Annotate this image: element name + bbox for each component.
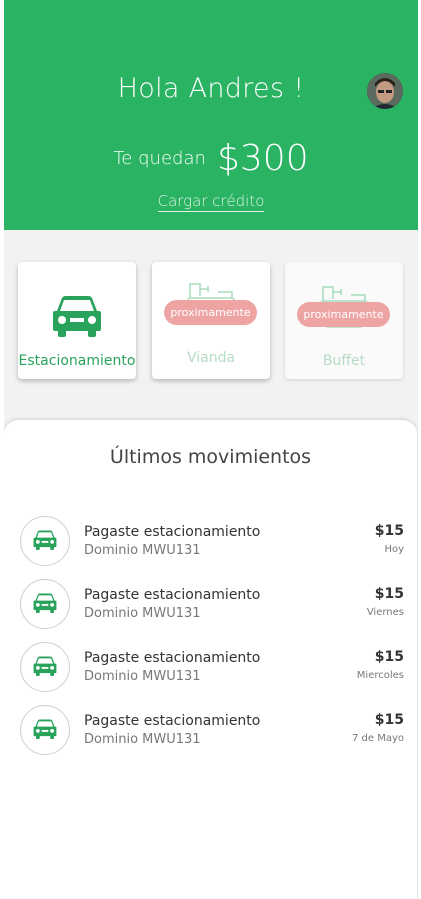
- movement-date: 7 de Mayo: [351, 733, 404, 744]
- movement-amount: $15: [374, 649, 404, 665]
- movement-date: Hoy: [384, 544, 404, 555]
- service-card-vianda[interactable]: proximamente Vianda: [152, 262, 270, 379]
- movement-row[interactable]: Pagaste estacionamiento Dominio MWU131 $…: [4, 705, 417, 757]
- balance: Te quedan $300: [4, 138, 418, 179]
- balance-amount: $300: [216, 138, 309, 179]
- movement-subtitle: Dominio MWU131: [84, 732, 201, 747]
- car-icon: [33, 719, 57, 739]
- movement-date: Viernes: [366, 607, 404, 618]
- movement-row[interactable]: Pagaste estacionamiento Dominio MWU131 $…: [4, 516, 417, 568]
- car-icon: [33, 593, 57, 613]
- movement-icon-circle: [20, 579, 70, 629]
- service-card-buffet[interactable]: proximamente Buffet: [285, 262, 403, 379]
- movement-subtitle: Dominio MWU131: [84, 669, 201, 684]
- balance-label: Te quedan: [113, 148, 206, 169]
- movement-amount: $15: [374, 586, 404, 602]
- service-label: Buffet: [322, 353, 366, 369]
- car-icon: [33, 530, 57, 550]
- service-label: Vianda: [186, 350, 236, 366]
- load-credit-link[interactable]: Cargar crédito: [157, 192, 265, 212]
- movement-title: Pagaste estacionamiento: [84, 587, 261, 603]
- movement-title: Pagaste estacionamiento: [84, 713, 261, 729]
- movement-icon-circle: [20, 642, 70, 692]
- movement-row[interactable]: Pagaste estacionamiento Dominio MWU131 $…: [4, 579, 417, 631]
- movement-row[interactable]: Pagaste estacionamiento Dominio MWU131 $…: [4, 642, 417, 694]
- app-screen: Hola Andres ! Te quedan $300 Cargar créd…: [4, 0, 418, 899]
- movement-title: Pagaste estacionamiento: [84, 524, 261, 540]
- movements-title: Últimos movimientos: [109, 446, 312, 468]
- greeting: Hola Andres !: [117, 73, 305, 104]
- movement-amount: $15: [374, 523, 404, 539]
- car-icon: [53, 296, 101, 337]
- movement-amount: $15: [374, 712, 404, 728]
- avatar[interactable]: [367, 73, 403, 109]
- movements-panel: Últimos movimientos Pagaste estacionamie…: [4, 420, 417, 899]
- coming-soon-badge: proximamente: [297, 302, 390, 327]
- movement-date: Miercoles: [356, 670, 404, 681]
- movement-title: Pagaste estacionamiento: [84, 650, 261, 666]
- header: Hola Andres ! Te quedan $300 Cargar créd…: [4, 0, 418, 230]
- movement-subtitle: Dominio MWU131: [84, 606, 201, 621]
- service-card-estacionamiento[interactable]: Estacionamiento: [18, 262, 136, 379]
- movement-icon-circle: [20, 705, 70, 755]
- car-icon: [33, 656, 57, 676]
- coming-soon-badge: proximamente: [164, 300, 257, 325]
- service-label: Estacionamiento: [18, 353, 136, 369]
- movement-subtitle: Dominio MWU131: [84, 543, 201, 558]
- movement-icon-circle: [20, 516, 70, 566]
- load-credit-link-wrap: Cargar crédito: [4, 192, 418, 212]
